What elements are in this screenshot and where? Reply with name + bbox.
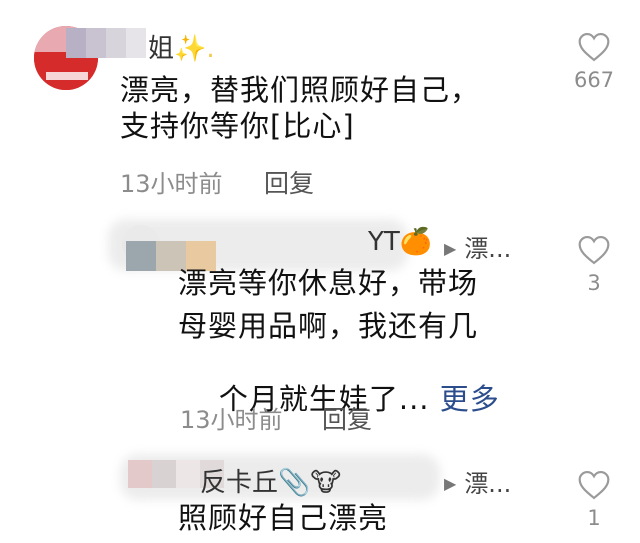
like-count: 3	[587, 271, 601, 295]
like-button[interactable]: 3	[572, 235, 616, 295]
sparkle-icon: ✨.	[174, 34, 215, 64]
comment-time: 13小时前	[120, 170, 223, 198]
reply-target[interactable]: ▶ 漂...	[444, 464, 511, 499]
username-suffix[interactable]: YT🍊	[368, 227, 432, 257]
comment-text-line: 漂亮等你休息好，带场	[178, 266, 479, 300]
comment-text-line: 支持你等你[比心]	[120, 109, 355, 143]
username-blurred[interactable]	[66, 28, 146, 58]
reply-button[interactable]: 回复	[322, 400, 372, 436]
like-button[interactable]: 667	[572, 32, 616, 92]
comment-item: 反卡丘📎🐮 ▶ 漂... 照顾好自己漂亮 1	[0, 450, 640, 543]
heart-outline-icon	[578, 235, 610, 265]
reply-target[interactable]: ▶ 漂...	[444, 229, 511, 264]
username-suffix[interactable]: 姐✨.	[148, 28, 215, 65]
like-count: 667	[573, 68, 615, 92]
comment-text-line: 漂亮，替我们照顾好自己，	[120, 73, 481, 107]
username-suffix[interactable]: 反卡丘📎🐮	[200, 462, 341, 499]
heart-outline-icon	[578, 32, 610, 62]
comment-time: 13小时前	[180, 406, 283, 434]
play-triangle-icon: ▶	[444, 474, 457, 493]
comment-text-line: 母婴用品啊，我还有几	[178, 309, 479, 343]
comment-text-line: 个月就生娃了... 更多	[218, 382, 500, 416]
comment-item: 姐✨. 漂亮，替我们照顾好自己， 支持你等你[比心] 13小时前 回复 667	[0, 0, 640, 200]
like-count: 1	[587, 506, 601, 530]
play-triangle-icon: ▶	[444, 239, 457, 258]
more-link[interactable]: 更多	[440, 382, 500, 416]
comment-text-line: 照顾好自己漂亮	[178, 501, 389, 535]
comment-item: YT🍊 ▶ 漂... 漂亮等你休息好，带场 母婴用品啊，我还有几 个月就生娃了..…	[0, 215, 640, 440]
heart-outline-icon	[578, 470, 610, 500]
reply-button[interactable]: 回复	[264, 164, 314, 200]
like-button[interactable]: 1	[572, 470, 616, 530]
